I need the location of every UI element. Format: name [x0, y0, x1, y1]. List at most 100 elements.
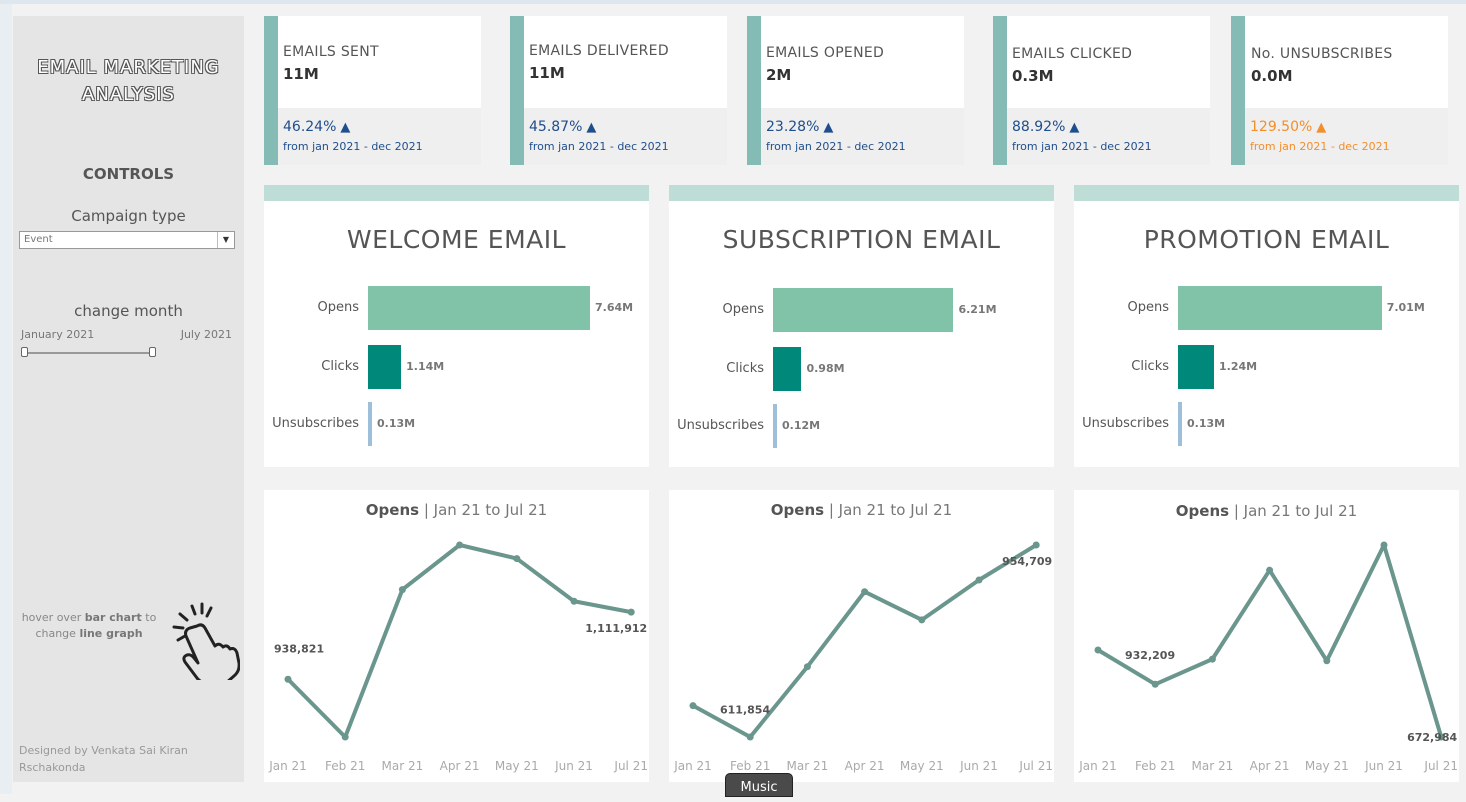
data-point-may-21[interactable] [918, 616, 926, 624]
campaign-type-value: Event [24, 234, 53, 245]
data-point-jan-21[interactable] [689, 702, 697, 710]
data-point-mar-21[interactable] [1208, 655, 1216, 663]
top-border [0, 0, 1466, 4]
kpi-label-strong: DELIVERED [586, 43, 669, 59]
opens-line-chart: Jan 21 Feb 21 Mar 21 Apr 21 May 21 Jun 21 Jul … [268, 541, 648, 773]
data-point-feb-21[interactable] [341, 733, 349, 741]
bar-unsubscribes[interactable] [368, 402, 372, 446]
kpi-footer: 129.50% ▲ from jan 2021 - dec 2021 [1245, 108, 1448, 165]
kpi-unsubscribes[interactable]: No. UNSUBSCRIBES 0.0M 129.50% ▲ from jan … [1231, 16, 1448, 165]
kpi-change-value: 46.24% [283, 119, 337, 135]
data-point-jun-21[interactable] [975, 576, 983, 584]
credit-line-1: Designed by Venkata Sai Kiran [19, 744, 188, 757]
x-tick-label: Jul 21 [1018, 759, 1053, 773]
panel-header-strip [669, 185, 1054, 201]
x-tick-label: May 21 [1305, 759, 1349, 773]
kpi-value: 0.0M [1251, 67, 1293, 85]
dashboard-title: EMAIL MARKETING ANALYSIS [13, 54, 244, 108]
kpi-change-value: 23.28% [766, 119, 820, 135]
bar-unsubscribes[interactable] [1178, 402, 1182, 446]
data-point-jul-21[interactable] [627, 608, 635, 616]
data-point-mar-21[interactable] [803, 663, 811, 671]
kpi-value: 11M [283, 65, 319, 83]
bar-value-label: 0.12M [782, 419, 821, 432]
x-tick-label: Jun 21 [959, 759, 998, 773]
month-slider-track[interactable] [25, 352, 153, 354]
bar-value-label: 1.14M [406, 360, 445, 373]
kpi-label-prefix: EMAILS [283, 44, 341, 60]
x-tick-label: May 21 [495, 759, 539, 773]
hint-text-2: to [145, 611, 157, 624]
first-value-label: 611,854 [720, 704, 770, 717]
campaign-type-label: Campaign type [71, 207, 186, 225]
x-tick-label: Jul 21 [1423, 759, 1458, 773]
data-point-jun-21[interactable] [570, 597, 578, 605]
kpi-emails-clicked[interactable]: EMAILS CLICKED 0.3M 88.92% ▲ from jan 202… [993, 16, 1210, 165]
kpi-footer: 88.92% ▲ from jan 2021 - dec 2021 [1007, 108, 1210, 165]
bar-label-unsubscribes: Unsubscribes [677, 418, 764, 433]
data-point-may-21[interactable] [513, 555, 521, 563]
data-point-apr-21[interactable] [861, 588, 869, 596]
kpi-emails-sent[interactable]: EMAILS SENT 11M 46.24% ▲ from jan 2021 - … [264, 16, 481, 165]
kpi-accent-bar [1231, 16, 1245, 165]
month-slider-start-handle[interactable] [21, 347, 28, 357]
music-tab[interactable]: Music [725, 773, 793, 797]
kpi-change: 45.87% ▲ [529, 119, 596, 135]
data-point-apr-21[interactable] [1266, 566, 1274, 574]
data-point-jan-21[interactable] [284, 675, 292, 683]
bar-value-label: 7.01M [1386, 301, 1425, 314]
data-point-jun-21[interactable] [1380, 541, 1388, 549]
kpi-label: EMAILS DELIVERED [529, 43, 669, 59]
title-line-2: ANALYSIS [82, 84, 175, 105]
x-tick-label: Apr 21 [1250, 759, 1290, 773]
kpi-emails-opened[interactable]: EMAILS OPENED 2M 23.28% ▲ from jan 2021 -… [747, 16, 964, 165]
x-tick-label: Mar 21 [1192, 759, 1234, 773]
bar-value-label: 1.24M [1219, 360, 1258, 373]
kpi-accent-bar [510, 16, 524, 165]
kpi-value: 11M [529, 64, 565, 82]
data-point-mar-21[interactable] [398, 586, 406, 594]
panel-title: SUBSCRIPTION EMAIL [722, 225, 1001, 254]
bar-clicks[interactable] [1178, 345, 1215, 389]
kpi-change: 88.92% ▲ [1012, 119, 1079, 135]
data-point-jul-21[interactable] [1032, 541, 1040, 549]
kpi-accent-bar [993, 16, 1007, 165]
data-point-feb-21[interactable] [746, 733, 754, 741]
x-tick-label: Jan 21 [673, 759, 712, 773]
triangle-up-icon: ▲ [340, 120, 351, 135]
kpi-label-prefix: EMAILS [766, 45, 824, 61]
kpi-accent-bar [747, 16, 761, 165]
x-tick-label: Feb 21 [1135, 759, 1175, 773]
welcome-email-bar-panel: WELCOME EMAIL Opens 7.64M Clicks 1.14M Unsub… [264, 201, 649, 467]
welcome-opens-line-panel: Opens | Jan 21 to Jul 21 Jan 21 Feb 21 Mar… [264, 490, 649, 782]
first-value-label: 932,209 [1125, 649, 1175, 662]
x-tick-label: Mar 21 [787, 759, 829, 773]
bar-opens[interactable] [1178, 286, 1382, 330]
subscription-opens-line-panel: Opens | Jan 21 to Jul 21 Jan 21 Feb 21 Mar… [669, 490, 1054, 782]
data-point-feb-21[interactable] [1151, 680, 1159, 688]
kpi-change-value: 45.87% [529, 119, 583, 135]
bar-unsubscribes[interactable] [773, 404, 777, 448]
kpi-change: 129.50% ▲ [1250, 119, 1326, 135]
month-slider-end-handle[interactable] [149, 347, 156, 357]
kpi-accent-bar [264, 16, 278, 165]
bar-clicks[interactable] [368, 345, 402, 389]
opens-series-line [1096, 543, 1444, 738]
triangle-up-icon: ▲ [586, 120, 597, 135]
data-point-jan-21[interactable] [1094, 646, 1102, 654]
kpi-period: from jan 2021 - dec 2021 [529, 140, 669, 153]
hint-text-1: hover over [21, 611, 82, 624]
kpi-emails-delivered[interactable]: EMAILS DELIVERED 11M 45.87% ▲ from jan 20… [510, 16, 727, 165]
x-tick-label: Feb 21 [730, 759, 770, 773]
campaign-type-dropdown[interactable]: Event ▼ [19, 231, 235, 249]
subscription-email-bar-panel: SUBSCRIPTION EMAIL Opens 6.21M Clicks 0.98M… [669, 201, 1054, 467]
bar-clicks[interactable] [773, 347, 802, 391]
title-line-1: EMAIL MARKETING [37, 57, 220, 78]
opens-line-chart: Jan 21 Feb 21 Mar 21 Apr 21 May 21 Jun 21 Jul … [673, 541, 1053, 773]
chevron-down-icon[interactable]: ▼ [217, 232, 234, 248]
data-point-may-21[interactable] [1323, 657, 1331, 665]
kpi-period: from jan 2021 - dec 2021 [283, 140, 423, 153]
bar-opens[interactable] [368, 286, 590, 330]
bar-opens[interactable] [773, 288, 954, 332]
data-point-apr-21[interactable] [456, 541, 464, 549]
